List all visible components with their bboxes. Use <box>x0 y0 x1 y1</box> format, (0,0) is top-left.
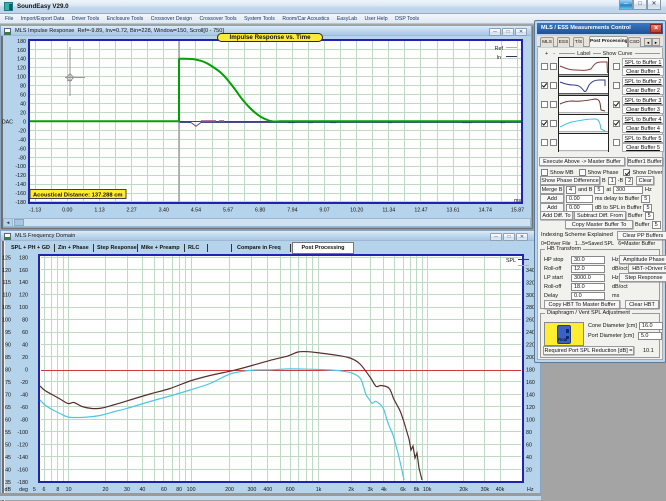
svg-text:160: 160 <box>19 268 28 274</box>
svg-text:20: 20 <box>20 111 26 117</box>
svg-text:-120: -120 <box>17 442 28 448</box>
svg-text:15.87: 15.87 <box>511 208 524 214</box>
svg-text:100: 100 <box>19 305 28 311</box>
svg-text:-60: -60 <box>18 146 26 152</box>
svg-text:100: 100 <box>526 418 535 424</box>
svg-text:1.13: 1.13 <box>94 208 104 214</box>
svg-text:85: 85 <box>5 355 11 361</box>
svg-text:9.07: 9.07 <box>319 208 329 214</box>
svg-text:120: 120 <box>2 268 11 274</box>
svg-text:80: 80 <box>526 430 532 436</box>
svg-text:140: 140 <box>526 393 535 399</box>
svg-text:SPL: SPL <box>506 258 516 264</box>
svg-text:-140: -140 <box>17 455 28 461</box>
svg-text:-40: -40 <box>18 137 26 143</box>
svg-text:-100: -100 <box>17 430 28 436</box>
svg-text:65: 65 <box>5 405 11 411</box>
svg-text:0.00: 0.00 <box>62 208 72 214</box>
svg-text:-140: -140 <box>15 182 26 188</box>
svg-text:ms: ms <box>514 198 521 204</box>
svg-text:105: 105 <box>2 305 11 311</box>
svg-text:180: 180 <box>19 255 28 261</box>
svg-text:-20: -20 <box>18 128 26 134</box>
svg-text:2.27: 2.27 <box>126 208 136 214</box>
svg-text:In: In <box>497 55 502 61</box>
svg-text:120: 120 <box>17 66 26 72</box>
svg-text:80: 80 <box>22 318 28 324</box>
svg-text:3.40: 3.40 <box>159 208 169 214</box>
svg-text:115: 115 <box>3 280 11 286</box>
svg-text:180: 180 <box>526 368 535 374</box>
svg-text:-160: -160 <box>17 467 28 473</box>
svg-text:DAC: DAC <box>2 119 13 125</box>
svg-text:160: 160 <box>526 380 535 386</box>
svg-text:80: 80 <box>20 84 26 90</box>
svg-text:10.20: 10.20 <box>350 208 363 214</box>
svg-text:20: 20 <box>526 468 532 474</box>
svg-text:5.67: 5.67 <box>223 208 233 214</box>
svg-text:-20: -20 <box>20 380 28 386</box>
svg-text:-40: -40 <box>20 393 28 399</box>
svg-text:160: 160 <box>17 48 26 54</box>
svg-text:-80: -80 <box>20 417 28 423</box>
svg-text:12.47: 12.47 <box>414 208 427 214</box>
svg-text:100: 100 <box>17 75 26 81</box>
svg-text:-1.13: -1.13 <box>29 208 41 214</box>
svg-text:125: 125 <box>2 255 11 261</box>
svg-text:20: 20 <box>22 355 28 361</box>
svg-text:40: 40 <box>5 467 11 473</box>
svg-text:0: 0 <box>25 368 28 374</box>
svg-text:60: 60 <box>22 330 28 336</box>
svg-text:-60: -60 <box>20 405 28 411</box>
svg-text:45: 45 <box>5 455 11 461</box>
svg-text:Acoustical Distance: 137.288 c: Acoustical Distance: 137.288 cm <box>33 192 123 198</box>
svg-text:120: 120 <box>526 405 535 411</box>
svg-text:140: 140 <box>17 57 26 63</box>
svg-text:11.34: 11.34 <box>382 208 395 214</box>
svg-text:60: 60 <box>20 93 26 99</box>
svg-text:7.94: 7.94 <box>287 208 297 214</box>
svg-text:-180: -180 <box>15 200 26 206</box>
svg-text:100: 100 <box>2 318 11 324</box>
svg-text:50: 50 <box>5 442 11 448</box>
svg-text:-80: -80 <box>18 155 26 161</box>
svg-text:0: 0 <box>23 119 26 125</box>
svg-text:40: 40 <box>526 455 532 461</box>
svg-text:-120: -120 <box>15 173 26 179</box>
svg-text:120: 120 <box>19 293 28 299</box>
svg-text:70: 70 <box>5 393 11 399</box>
svg-text:40: 40 <box>20 102 26 108</box>
svg-text:35: 35 <box>5 480 11 486</box>
svg-text:140: 140 <box>19 280 28 286</box>
svg-text:Ref: Ref <box>495 46 504 52</box>
svg-text:-100: -100 <box>15 164 26 170</box>
svg-text:13.61: 13.61 <box>446 208 459 214</box>
svg-text:90: 90 <box>5 343 11 349</box>
svg-text:110: 110 <box>3 293 11 299</box>
svg-text:60: 60 <box>526 443 532 449</box>
svg-text:-160: -160 <box>15 191 26 197</box>
svg-text:6.80: 6.80 <box>255 208 265 214</box>
svg-text:75: 75 <box>5 380 11 386</box>
svg-text:4.54: 4.54 <box>191 208 201 214</box>
svg-text:14.74: 14.74 <box>479 208 492 214</box>
svg-text:180: 180 <box>17 39 26 45</box>
svg-text:40: 40 <box>22 343 28 349</box>
svg-text:55: 55 <box>5 430 11 436</box>
svg-text:-180: -180 <box>17 480 28 486</box>
svg-text:60: 60 <box>5 417 11 423</box>
svg-text:95: 95 <box>5 330 11 336</box>
svg-text:80: 80 <box>5 368 11 374</box>
